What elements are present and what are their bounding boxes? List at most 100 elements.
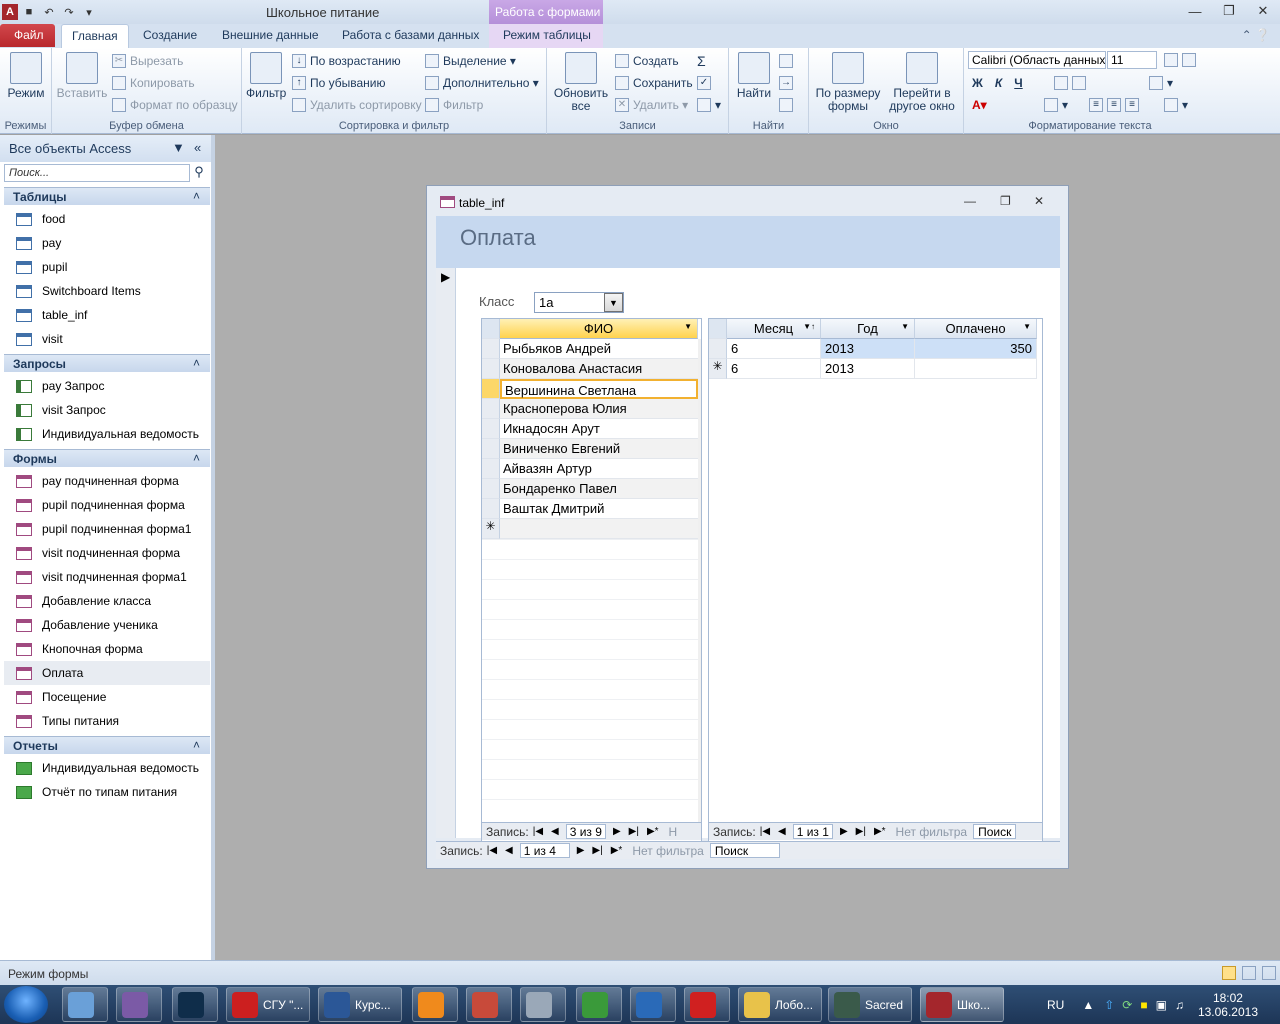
table-row[interactable]: Коновалова Анастасия (500, 359, 698, 379)
taskbar-item[interactable]: СГУ "... (226, 987, 310, 1022)
nav-header[interactable]: Все объекты Access ▼ « (0, 135, 211, 162)
new-record-icon[interactable]: ▶* (643, 826, 663, 837)
table-cell[interactable]: 6 (727, 359, 821, 379)
next-record-icon[interactable]: ▶ (836, 826, 852, 837)
copy-button[interactable]: Копировать (112, 73, 195, 93)
taskbar-app-vlc[interactable] (412, 987, 458, 1022)
chevron-down-icon[interactable]: ▼ (604, 293, 623, 312)
last-record-icon[interactable]: ▶| (625, 826, 643, 837)
spelling-icon[interactable]: ✓ (697, 73, 715, 93)
monitor-icon[interactable]: ▣ (1156, 998, 1167, 1012)
table-cell[interactable] (915, 359, 1037, 379)
align-icons[interactable]: ≡ ≡ ≡ (1089, 95, 1143, 115)
select-icon[interactable] (779, 95, 797, 115)
font-color-icon[interactable]: A▾ (972, 95, 987, 115)
column-dropdown-icon[interactable]: ▼ (1023, 322, 1031, 331)
save-record-button[interactable]: Сохранить (615, 73, 693, 93)
sort-dropdown-icon[interactable]: ▼↑ (803, 322, 815, 331)
nav-section-tables[interactable]: Таблицы ˄ (4, 187, 210, 205)
new-record-icon[interactable]: ▶* (607, 845, 627, 856)
nav-item[interactable]: Индивидуальная ведомость (4, 422, 210, 446)
view-mode-button[interactable]: Режим (4, 52, 48, 100)
nav-item[interactable]: Индивидуальная ведомость (4, 756, 210, 780)
save-icon[interactable]: ■ (20, 3, 38, 21)
nav-item[interactable]: pay подчиненная форма (4, 469, 210, 493)
collapse-section-icon[interactable]: ˄ (193, 189, 200, 203)
table-cell[interactable]: 2013 (821, 339, 915, 359)
table-cell[interactable]: 6 (727, 339, 821, 359)
nav-section-reports[interactable]: Отчеты ˄ (4, 736, 210, 754)
row-selector[interactable] (482, 479, 500, 499)
scroll-track[interactable] (698, 339, 701, 823)
table-row[interactable]: Айвазян Артур (500, 459, 698, 479)
redo-icon[interactable]: ↷ (60, 3, 78, 21)
clock[interactable]: 18:02 13.06.2013 (1198, 991, 1258, 1019)
taskbar-app-virtualbox[interactable] (62, 987, 108, 1022)
nav-section-queries[interactable]: Запросы ˄ (4, 354, 210, 372)
paste-button[interactable]: Вставить (56, 52, 108, 100)
taskbar-app-yandex[interactable] (630, 987, 676, 1022)
collapse-pane-icon[interactable]: « (194, 140, 201, 155)
nav-item[interactable]: food (4, 207, 210, 231)
select-all-corner[interactable] (482, 319, 500, 339)
totals-icon[interactable]: Σ (697, 51, 706, 71)
first-record-icon[interactable]: |◀ (756, 826, 774, 837)
new-row[interactable] (500, 519, 698, 539)
column-dropdown-icon[interactable]: ▼ (901, 322, 909, 331)
nav-menu-icon[interactable]: ▼ (172, 140, 185, 155)
taskbar-item[interactable]: Sacred (828, 987, 912, 1022)
customize-icon[interactable]: ▾ (80, 3, 98, 21)
record-position-input[interactable]: 1 из 4 (519, 843, 570, 858)
row-selector[interactable] (482, 439, 500, 459)
indent-icon[interactable] (1054, 73, 1090, 93)
tab-table-mode[interactable]: Режим таблицы (489, 24, 603, 48)
column-header-fio[interactable]: ФИО ▼ (500, 319, 698, 339)
toggle-filter-button[interactable]: Фильтр (425, 95, 483, 115)
row-selector[interactable] (482, 379, 500, 399)
new-record-selector[interactable]: ✳ (482, 519, 500, 539)
form-window-titlebar[interactable]: table_inf — ❐ ✕ (427, 186, 1068, 216)
tab-home[interactable]: Главная (61, 24, 129, 48)
table-row[interactable]: Бондаренко Павел (500, 479, 698, 499)
row-selector[interactable] (482, 499, 500, 519)
search-icon[interactable]: ⚲ (190, 164, 208, 182)
table-row[interactable]: Виниченко Евгений (500, 439, 698, 459)
fit-form-button[interactable]: По размеру формы (813, 52, 883, 113)
nav-item[interactable]: Отчёт по типам питания (4, 780, 210, 804)
collapse-section-icon[interactable]: ˄ (193, 738, 200, 752)
row-selector[interactable] (482, 419, 500, 439)
tray-expand-icon[interactable]: ▲ (1082, 998, 1094, 1012)
help-icon[interactable]: ⌃ ❔ (1242, 28, 1270, 42)
tab-external[interactable]: Внешние данные (212, 24, 329, 48)
prev-record-icon[interactable]: ◀ (547, 826, 563, 837)
table-cell[interactable]: 2013 (821, 359, 915, 379)
nav-item[interactable]: pupil подчиненная форма1 (4, 517, 210, 541)
nav-item[interactable]: Switchboard Items (4, 279, 210, 303)
refresh-tray-icon[interactable]: ⟳ (1122, 998, 1132, 1012)
delete-record-button[interactable]: ✕ Удалить ▾ (615, 95, 688, 115)
collapse-section-icon[interactable]: ˄ (193, 451, 200, 465)
search-input[interactable]: Поиск (709, 843, 780, 858)
restore-icon[interactable]: ❐ (1212, 0, 1246, 22)
design-view-icon[interactable] (1262, 966, 1276, 980)
record-position-input[interactable]: 1 из 1 (792, 824, 833, 839)
nav-item[interactable]: Типы питания (4, 709, 210, 733)
nav-search-input[interactable]: Поиск... (4, 164, 190, 182)
row-selector[interactable] (482, 359, 500, 379)
table-row[interactable]: Ваштак Дмитрий (500, 499, 698, 519)
new-record-icon[interactable]: ▶* (870, 826, 890, 837)
taskbar-app-vs[interactable] (116, 987, 162, 1022)
alt-row-color-icon[interactable]: ▾ (1164, 95, 1188, 115)
nav-item[interactable]: Посещение (4, 685, 210, 709)
nav-item[interactable]: pupil (4, 255, 210, 279)
italic-icon[interactable]: К (995, 76, 1002, 90)
last-record-icon[interactable]: ▶| (852, 826, 870, 837)
language-indicator[interactable]: RU (1047, 998, 1064, 1012)
minimize-icon[interactable]: — (1178, 0, 1212, 22)
taskbar-app-downloader[interactable] (576, 987, 622, 1022)
form-minimize-icon[interactable]: — (964, 194, 976, 208)
fill-color-icon[interactable]: ▾ (1044, 95, 1068, 115)
search-input[interactable]: Поиск (973, 824, 1017, 839)
taskbar-app-browser[interactable] (466, 987, 512, 1022)
nav-item[interactable]: visit подчиненная форма (4, 541, 210, 565)
